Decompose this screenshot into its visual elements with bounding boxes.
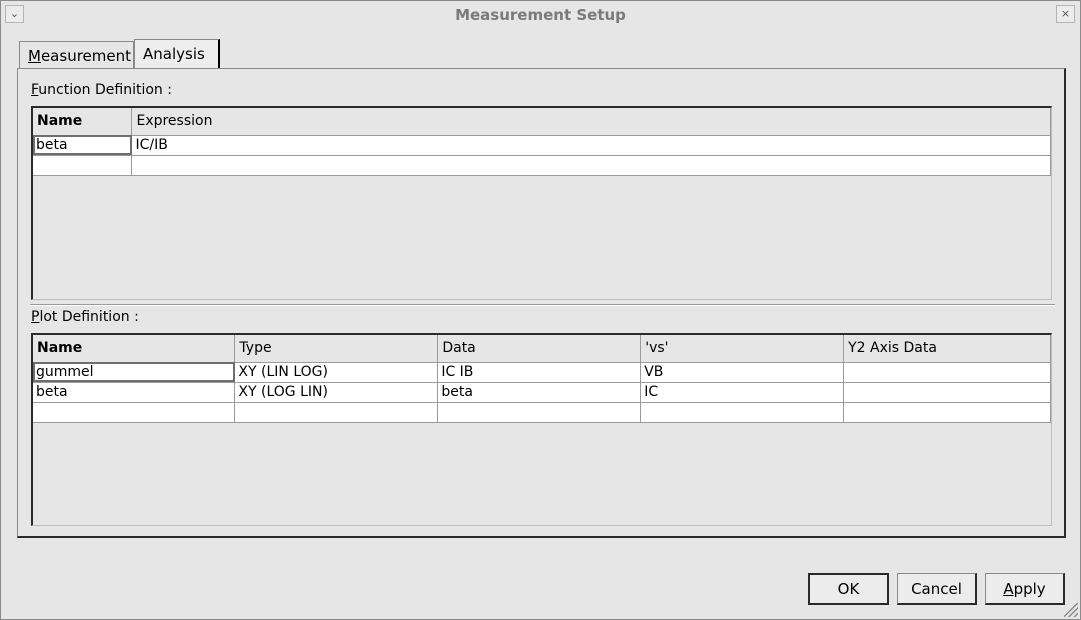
- column-header-y2-axis-data[interactable]: Y2 Axis Data: [843, 335, 1051, 363]
- column-header-name[interactable]: Name: [33, 335, 236, 363]
- apply-mnemonic: A: [1003, 579, 1014, 598]
- tab-analysis-label: Analysis: [143, 45, 205, 63]
- column-header-vs[interactable]: 'vs': [640, 335, 845, 363]
- tab-measurement-mnemonic: M: [28, 47, 41, 65]
- plot-definition-table-area[interactable]: Name Type Data 'vs' Y2 Axis Data gummel …: [31, 333, 1052, 526]
- table-header-row: Name Expression: [33, 108, 1051, 136]
- plot-definition-label-text: lot Definition :: [39, 309, 139, 325]
- table-row[interactable]: [33, 402, 1051, 423]
- table-row[interactable]: beta IC/IB: [33, 135, 1051, 156]
- plot-definition-table: Name Type Data 'vs' Y2 Axis Data gummel …: [33, 335, 1051, 423]
- function-definition-table: Name Expression beta IC/IB: [33, 108, 1051, 176]
- function-expression-cell[interactable]: IC/IB: [131, 135, 1051, 156]
- apply-label: pply: [1013, 579, 1046, 598]
- title-bar[interactable]: ⌄ Measurement Setup ×: [1, 1, 1080, 29]
- table-row[interactable]: gummel XY (LIN LOG) IC IB VB: [33, 362, 1051, 383]
- section-splitter[interactable]: [30, 304, 1055, 306]
- function-name-cell[interactable]: beta: [33, 135, 133, 156]
- plot-name-cell[interactable]: [33, 402, 236, 423]
- function-expression-cell[interactable]: [131, 155, 1051, 176]
- tab-measurement-label: easurement: [40, 47, 131, 65]
- function-name-cell[interactable]: [33, 155, 133, 176]
- plot-name-cell[interactable]: gummel: [33, 362, 236, 383]
- analysis-panel: Function Definition : Name Expression be…: [17, 68, 1066, 538]
- plot-type-cell[interactable]: XY (LIN LOG): [234, 362, 439, 383]
- plot-type-cell[interactable]: XY (LOG LIN): [234, 382, 439, 403]
- apply-button[interactable]: Apply: [985, 573, 1065, 605]
- plot-y2-cell[interactable]: [843, 362, 1051, 383]
- ok-button[interactable]: OK: [808, 573, 889, 605]
- table-row[interactable]: beta XY (LOG LIN) beta IC: [33, 382, 1051, 403]
- plot-data-cell[interactable]: beta: [437, 382, 642, 403]
- close-icon[interactable]: ×: [1056, 5, 1075, 23]
- plot-name-cell[interactable]: beta: [33, 382, 236, 403]
- plot-y2-cell[interactable]: [843, 382, 1051, 403]
- window-title: Measurement Setup: [455, 6, 626, 24]
- tab-analysis[interactable]: Analysis: [134, 39, 220, 69]
- plot-data-cell[interactable]: [437, 402, 642, 423]
- plot-vs-cell[interactable]: IC: [640, 382, 845, 403]
- column-header-expression[interactable]: Expression: [131, 108, 1051, 136]
- tab-measurement[interactable]: Measurement: [19, 41, 134, 69]
- column-header-name[interactable]: Name: [33, 108, 133, 136]
- function-definition-label: Function Definition :: [31, 82, 172, 98]
- plot-type-cell[interactable]: [234, 402, 439, 423]
- table-row[interactable]: [33, 155, 1051, 176]
- resize-grip-icon[interactable]: [1064, 603, 1078, 617]
- plot-vs-cell[interactable]: VB: [640, 362, 845, 383]
- plot-y2-cell[interactable]: [843, 402, 1051, 423]
- function-definition-table-area[interactable]: Name Expression beta IC/IB: [31, 106, 1052, 300]
- plot-data-cell[interactable]: IC IB: [437, 362, 642, 383]
- plot-definition-label: Plot Definition :: [31, 309, 139, 325]
- function-definition-label-text: unction Definition :: [38, 82, 172, 98]
- table-header-row: Name Type Data 'vs' Y2 Axis Data: [33, 335, 1051, 363]
- plot-vs-cell[interactable]: [640, 402, 845, 423]
- column-header-type[interactable]: Type: [234, 335, 439, 363]
- column-header-data[interactable]: Data: [437, 335, 642, 363]
- cancel-button[interactable]: Cancel: [897, 573, 977, 605]
- measurement-setup-window: ⌄ Measurement Setup × Measurement Analys…: [0, 0, 1081, 620]
